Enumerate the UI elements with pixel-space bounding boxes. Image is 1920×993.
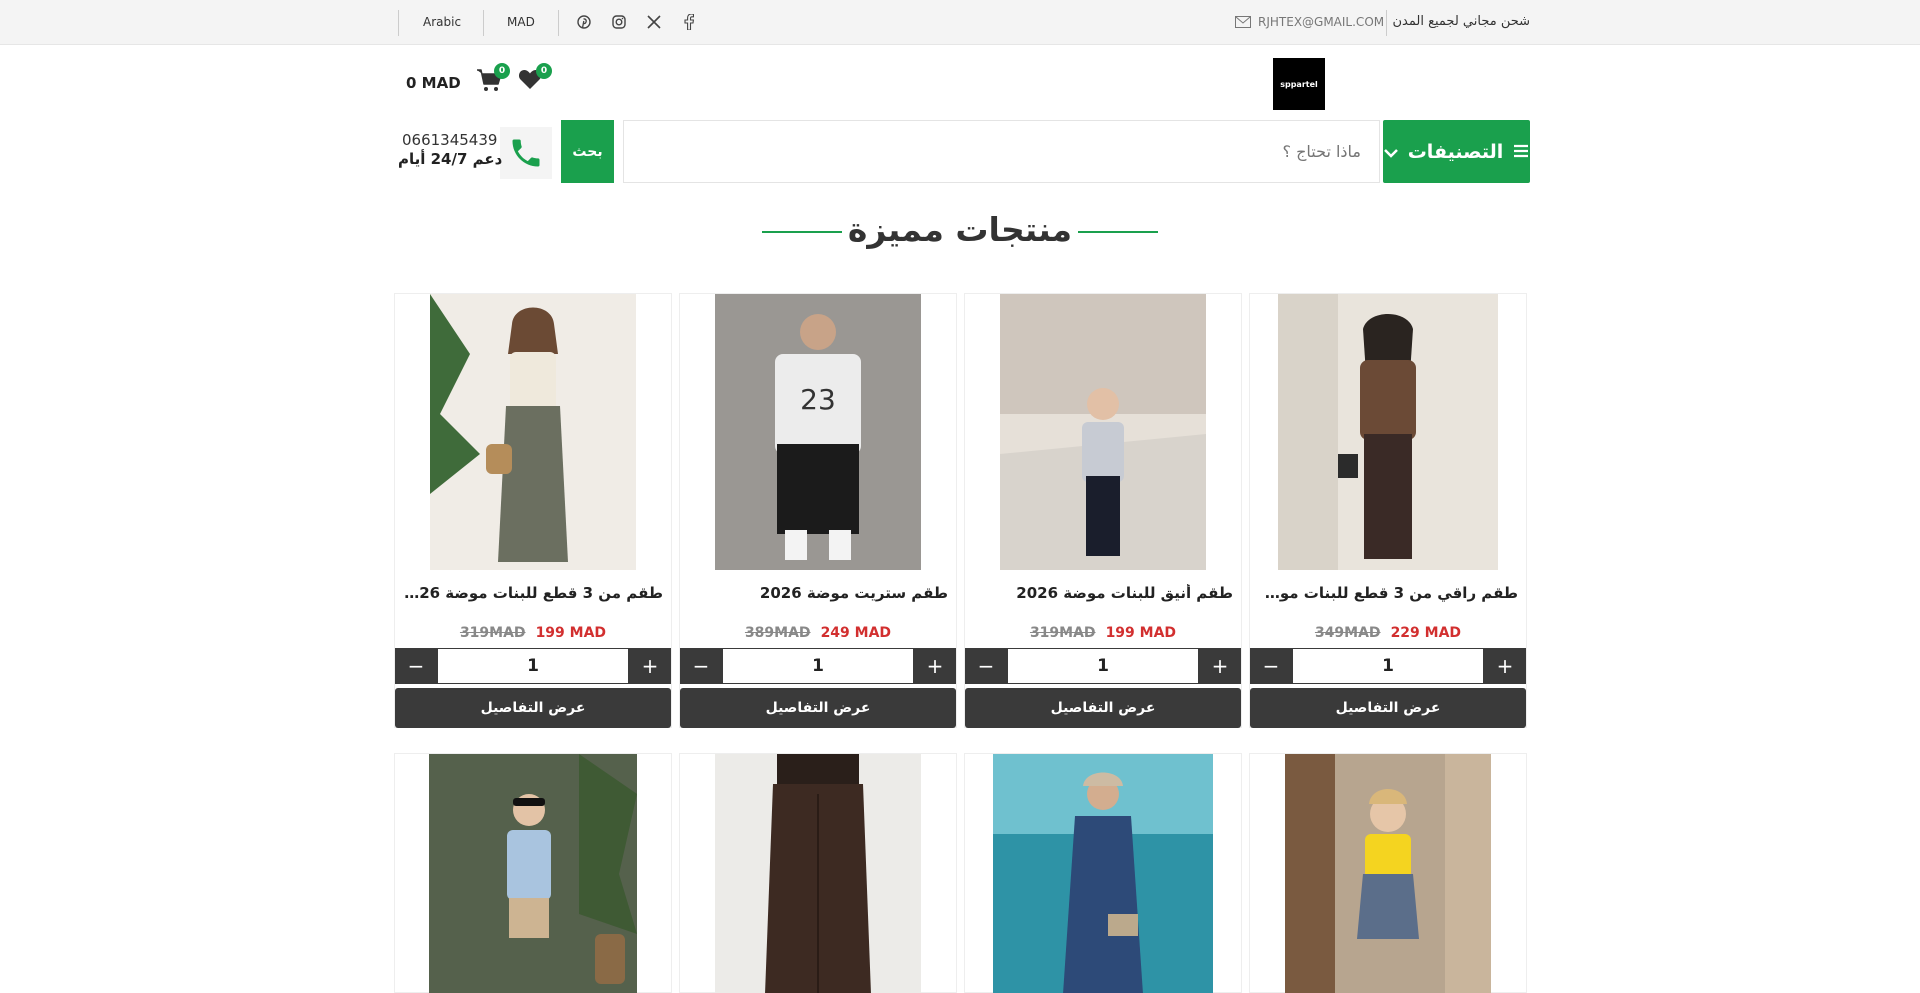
menu-icon (1513, 141, 1529, 163)
facebook-icon[interactable] (680, 13, 698, 31)
decrease-button[interactable]: − (1250, 648, 1292, 684)
quantity-stepper: − 1 + (965, 648, 1241, 684)
product-card[interactable]: طقم أنيق للبنات موضة 2026 319MAD 199 MAD… (964, 293, 1242, 728)
product-image[interactable] (429, 754, 637, 993)
quantity-input[interactable]: 1 (1292, 648, 1484, 684)
increase-button[interactable]: + (629, 648, 671, 684)
view-details-button[interactable]: عرض التفاصيل (395, 688, 671, 728)
categories-label: التصنيفات (1407, 140, 1504, 163)
mail-icon (1234, 13, 1252, 31)
increase-button[interactable]: + (914, 648, 956, 684)
pinterest-icon[interactable] (575, 13, 593, 31)
old-price: 349MAD (1314, 625, 1381, 641)
view-details-button[interactable]: عرض التفاصيل (680, 688, 956, 728)
wishlist-button[interactable]: 0 (518, 63, 552, 94)
x-icon[interactable] (645, 13, 663, 31)
categories-button[interactable]: التصنيفات (1383, 120, 1530, 183)
product-card[interactable] (1249, 753, 1527, 993)
email-link[interactable]: RJHTEX@GMAIL.COM (1258, 15, 1384, 29)
view-details-button[interactable]: عرض التفاصيل (965, 688, 1241, 728)
sale-price: 249 MAD (820, 625, 892, 641)
plus-icon: + (926, 654, 944, 678)
quantity-stepper: − 1 + (680, 648, 956, 684)
divider (1386, 10, 1387, 36)
product-image[interactable] (993, 754, 1213, 993)
cart-count-badge: 0 (494, 63, 510, 79)
price-row: 389MAD 249 MAD (680, 625, 956, 641)
divider (558, 10, 559, 36)
currency-selector[interactable]: MAD (507, 15, 535, 29)
price-row: 349MAD 229 MAD (1250, 625, 1526, 641)
site-logo[interactable]: sppartel (1273, 58, 1325, 110)
search-input[interactable] (623, 120, 1380, 183)
support-hours: دعم 24/7 أيام (398, 150, 503, 168)
product-card[interactable] (964, 753, 1242, 993)
product-title[interactable]: طقم راقي من 3 قطع للبنات موضة... (1258, 584, 1518, 602)
plus-icon: + (641, 654, 659, 678)
sale-price: 199 MAD (1105, 625, 1177, 641)
free-shipping-text: شحن مجاني لجميع المدن (1392, 14, 1530, 29)
product-card[interactable]: طقم من 3 قطع للبنات موضة 2026 319MAD 199… (394, 293, 672, 728)
phone-icon (500, 127, 552, 179)
product-image[interactable] (1285, 754, 1491, 993)
cart-total: 0 MAD (406, 74, 461, 92)
top-bar: شحن مجاني لجميع المدن RJHTEX@GMAIL.COM M… (0, 0, 1920, 45)
minus-icon: − (692, 654, 710, 678)
svg-text:23: 23 (800, 383, 836, 416)
minus-icon: − (977, 654, 995, 678)
view-details-button[interactable]: عرض التفاصيل (1250, 688, 1526, 728)
wishlist-count-badge: 0 (536, 63, 552, 79)
product-card[interactable]: طقم راقي من 3 قطع للبنات موضة... 349MAD … (1249, 293, 1527, 728)
increase-button[interactable]: + (1484, 648, 1526, 684)
increase-button[interactable]: + (1199, 648, 1241, 684)
minus-icon: − (1262, 654, 1280, 678)
product-title[interactable]: طقم من 3 قطع للبنات موضة 2026 (403, 584, 663, 602)
price-row: 319MAD 199 MAD (395, 625, 671, 641)
instagram-icon[interactable] (610, 13, 628, 31)
decrease-button[interactable]: − (965, 648, 1007, 684)
divider (483, 10, 484, 36)
old-price: 319MAD (1029, 625, 1096, 641)
product-image[interactable] (1278, 294, 1498, 570)
quantity-input[interactable]: 1 (1007, 648, 1199, 684)
divider (398, 10, 399, 36)
product-image[interactable] (430, 294, 636, 570)
quantity-stepper: − 1 + (395, 648, 671, 684)
decrease-button[interactable]: − (395, 648, 437, 684)
chevron-down-icon (1383, 141, 1398, 163)
old-price: 319MAD (459, 625, 526, 641)
quantity-input[interactable]: 1 (437, 648, 629, 684)
support-phone[interactable]: 0661345439 (402, 131, 497, 149)
section-title: منتجات مميزة (847, 210, 1073, 249)
product-title[interactable]: طقم أنيق للبنات موضة 2026 (973, 584, 1233, 602)
quantity-input[interactable]: 1 (722, 648, 914, 684)
language-selector[interactable]: Arabic (423, 15, 461, 29)
product-image[interactable] (1000, 294, 1206, 570)
search-button[interactable]: بحث (561, 120, 614, 183)
sale-price: 199 MAD (535, 625, 607, 641)
product-image[interactable]: 23 (715, 294, 921, 570)
decrease-button[interactable]: − (680, 648, 722, 684)
minus-icon: − (407, 654, 425, 678)
sale-price: 229 MAD (1390, 625, 1462, 641)
plus-icon: + (1496, 654, 1514, 678)
product-card[interactable] (394, 753, 672, 993)
old-price: 389MAD (744, 625, 811, 641)
plus-icon: + (1211, 654, 1229, 678)
quantity-stepper: − 1 + (1250, 648, 1526, 684)
cart-button[interactable]: 0 (476, 63, 510, 94)
product-card[interactable] (679, 753, 957, 993)
product-card[interactable]: 23 طقم ستريت موضة 2026 389MAD 249 MAD − … (679, 293, 957, 728)
price-row: 319MAD 199 MAD (965, 625, 1241, 641)
product-image[interactable] (715, 754, 921, 993)
product-title[interactable]: طقم ستريت موضة 2026 (688, 584, 948, 602)
